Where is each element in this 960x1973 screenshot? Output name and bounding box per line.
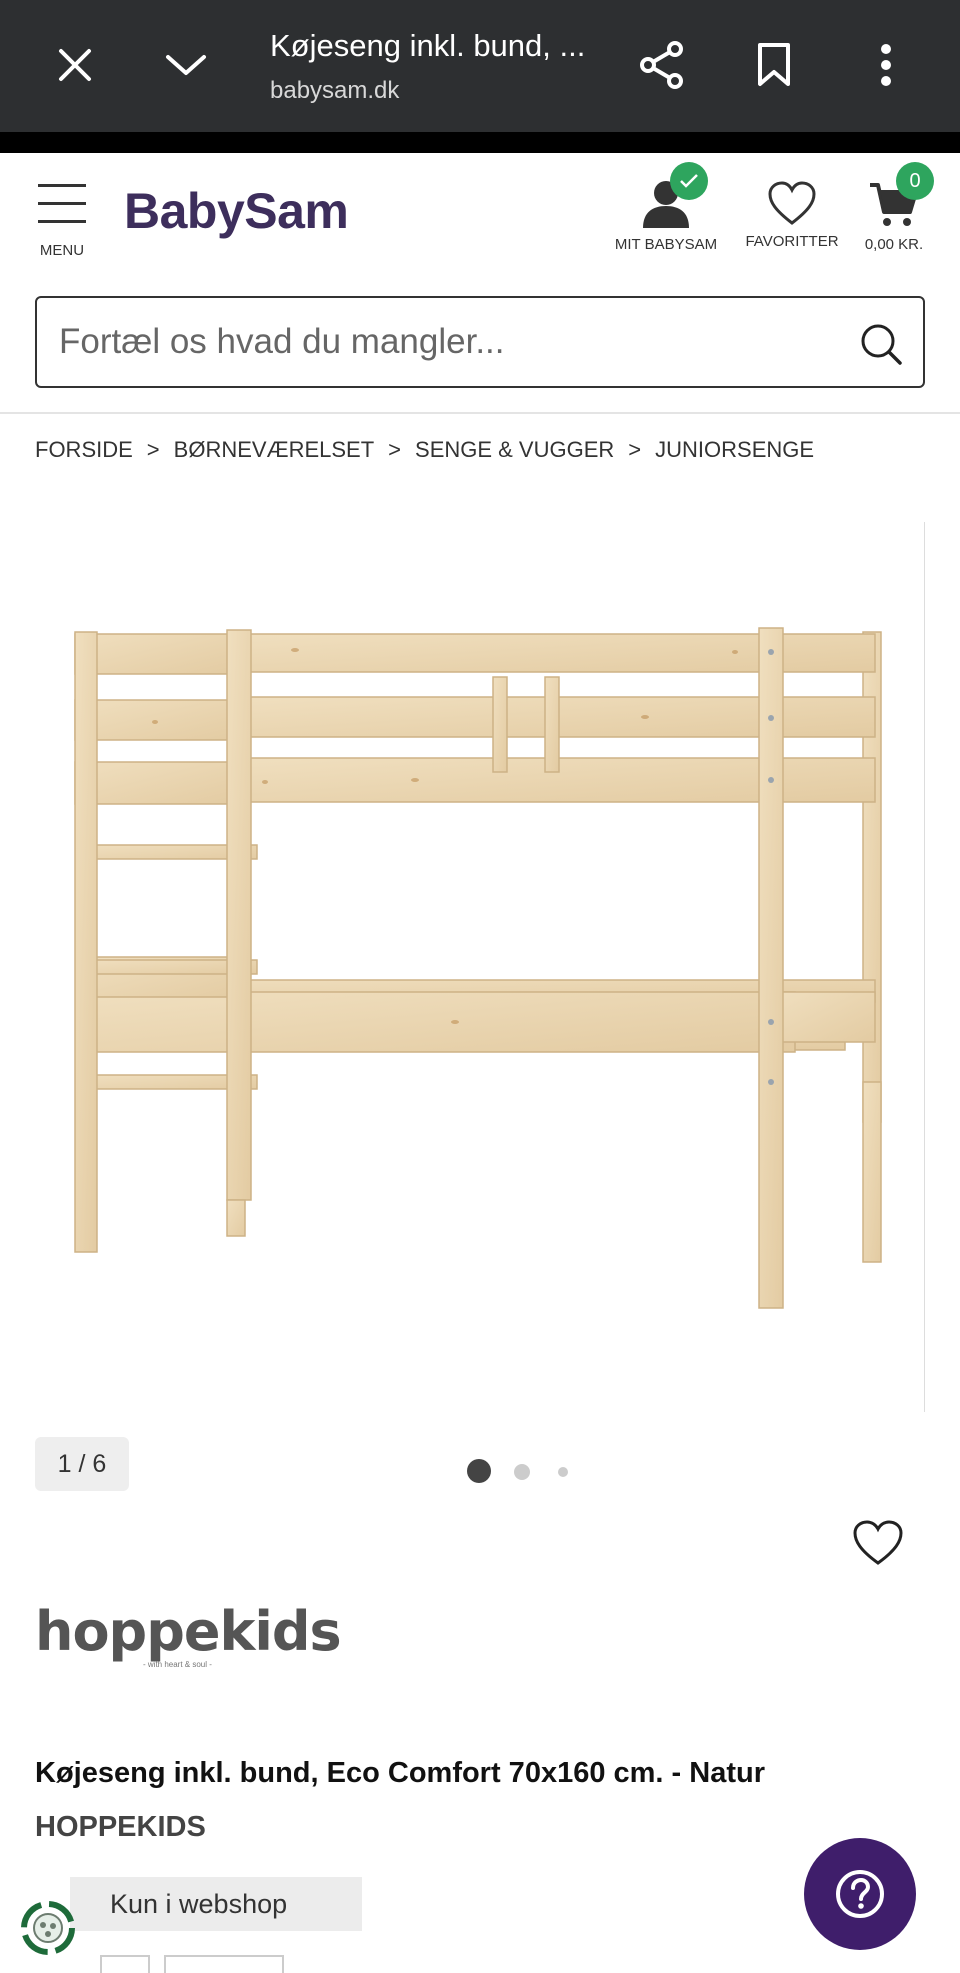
menu-label: MENU xyxy=(39,242,85,259)
product-brand[interactable]: HOPPEKIDS xyxy=(35,1811,206,1844)
image-counter: 1 / 6 xyxy=(35,1437,129,1491)
recycle-icon[interactable] xyxy=(16,1896,80,1960)
search-input[interactable] xyxy=(59,298,839,386)
brand-logo[interactable]: hoppekids - with heart & soul - xyxy=(35,1600,342,1669)
breadcrumb-item-juniorsenge[interactable]: JUNIORSENGE xyxy=(655,437,814,463)
thumbnail[interactable] xyxy=(100,1955,150,1973)
cart-total-label: 0,00 KR. xyxy=(864,236,924,253)
breadcrumb-separator: > xyxy=(628,437,642,462)
more-vert-icon xyxy=(881,44,891,86)
share-button[interactable] xyxy=(622,22,702,108)
carousel-dot[interactable] xyxy=(558,1467,568,1477)
cart-button[interactable]: 0 0,00 KR. xyxy=(856,162,934,253)
share-icon xyxy=(640,41,683,89)
account-button[interactable]: MIT BABYSAM xyxy=(606,162,726,253)
help-icon xyxy=(836,1870,884,1918)
chevron-down-icon xyxy=(166,55,206,75)
favorites-button[interactable]: FAVORITTER xyxy=(740,176,844,250)
availability-badge: Kun i webshop xyxy=(70,1877,362,1931)
menu-button[interactable]: MENU xyxy=(34,180,90,260)
close-icon xyxy=(59,49,91,81)
breadcrumb-separator: > xyxy=(146,437,160,462)
breadcrumb-item-bornevaerelset[interactable]: BØRNEVÆRELSET xyxy=(174,437,375,463)
browser-title[interactable]: Køjeseng inkl. bund, ... xyxy=(270,28,585,64)
breadcrumb-separator: > xyxy=(388,437,402,462)
header-divider xyxy=(0,412,960,414)
bookmark-button[interactable] xyxy=(734,22,814,108)
site-logo[interactable]: BabySam xyxy=(124,182,349,240)
logged-in-badge xyxy=(670,162,708,200)
bookmark-icon xyxy=(758,43,790,86)
search-box xyxy=(35,296,925,388)
product-image[interactable] xyxy=(35,522,925,1412)
check-icon xyxy=(680,174,698,188)
breadcrumb-item-senge-vugger[interactable]: SENGE & VUGGER xyxy=(415,437,614,463)
carousel-dot[interactable] xyxy=(514,1464,530,1480)
collapse-button[interactable] xyxy=(146,22,226,108)
carousel-dot-active[interactable] xyxy=(467,1459,491,1483)
toolbar-shadow xyxy=(0,132,960,153)
heart-icon xyxy=(768,181,816,225)
cart-count-badge: 0 xyxy=(896,162,934,200)
brand-logo-tagline: - with heart & soul - xyxy=(143,1660,212,1669)
breadcrumb-item-forside[interactable]: FORSIDE xyxy=(35,437,133,463)
account-label: MIT BABYSAM xyxy=(614,236,718,253)
thumbnail[interactable] xyxy=(164,1955,284,1973)
help-button[interactable] xyxy=(804,1838,916,1950)
favorites-label: FAVORITTER xyxy=(745,233,839,250)
browser-url[interactable]: babysam.dk xyxy=(270,77,399,105)
product-title: Køjeseng inkl. bund, Eco Comfort 70x160 … xyxy=(35,1757,765,1789)
gallery-edge xyxy=(924,522,925,1412)
add-to-favorites-icon[interactable] xyxy=(852,1519,904,1567)
more-options-button[interactable] xyxy=(846,22,926,108)
close-button[interactable] xyxy=(35,22,115,108)
brand-logo-word: hoppekids xyxy=(35,1600,342,1663)
breadcrumb: FORSIDE > BØRNEVÆRELSET > SENGE & VUGGER… xyxy=(35,437,814,463)
search-icon[interactable] xyxy=(859,322,903,366)
browser-toolbar: Køjeseng inkl. bund, ... babysam.dk xyxy=(0,0,960,132)
